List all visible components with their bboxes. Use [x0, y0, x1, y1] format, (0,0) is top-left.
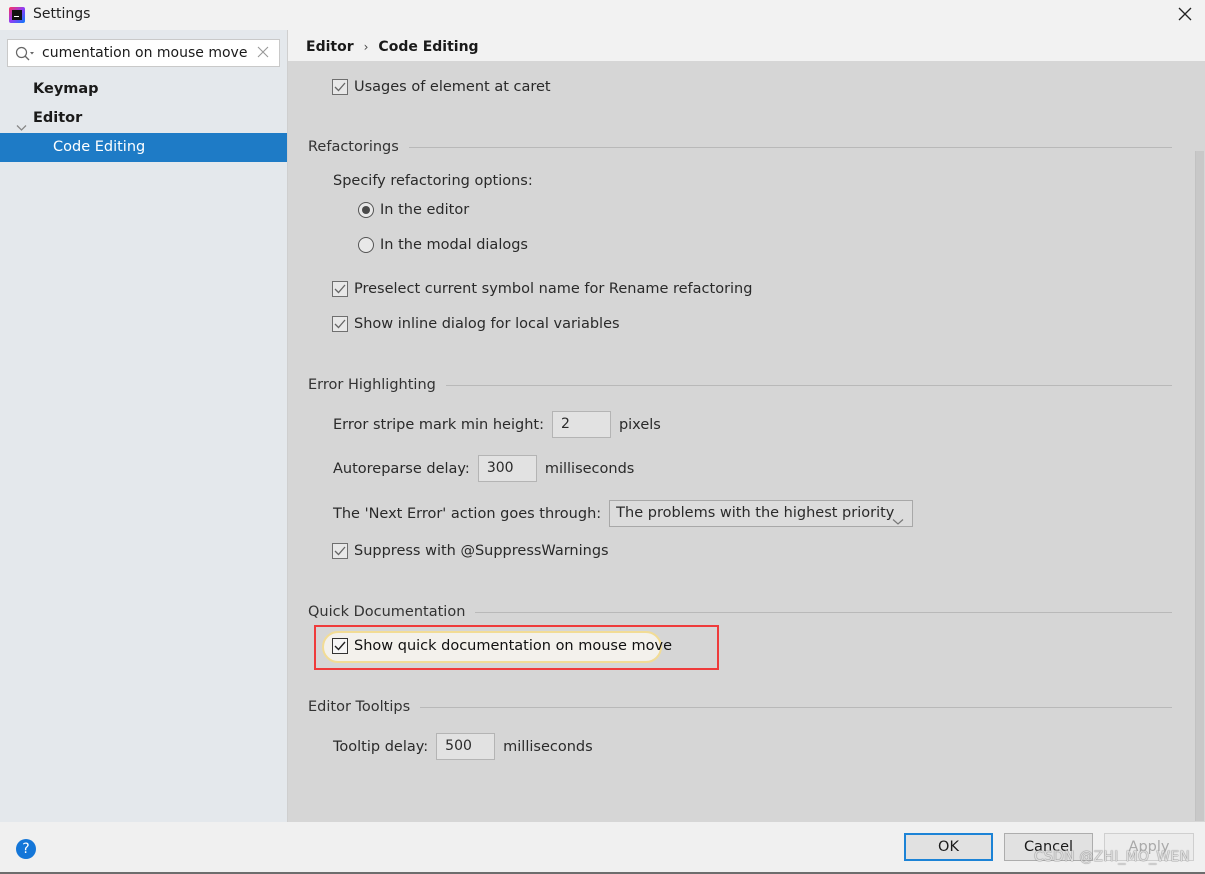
- help-icon[interactable]: ?: [16, 839, 36, 859]
- checkbox-label: Preselect current symbol name for Rename…: [354, 281, 753, 297]
- error-stripe-row: Error stripe mark min height: 2 pixels: [333, 411, 661, 438]
- tooltip-delay-label: Tooltip delay:: [333, 738, 429, 755]
- ok-button[interactable]: OK: [904, 833, 993, 861]
- clear-icon[interactable]: [257, 46, 269, 62]
- checkbox-label: Suppress with @SuppressWarnings: [354, 543, 609, 559]
- intellij-idea-icon: [9, 7, 25, 23]
- usages-of-element-checkbox-row[interactable]: Usages of element at caret: [332, 79, 551, 95]
- radio-in-modal-dialogs[interactable]: [358, 237, 374, 253]
- next-error-dropdown[interactable]: The problems with the highest priority: [609, 500, 914, 527]
- checkbox-label: Show inline dialog for local variables: [354, 316, 620, 332]
- sidebar-item-keymap[interactable]: Keymap: [0, 75, 287, 104]
- dropdown-value: The problems with the highest priority: [616, 505, 895, 521]
- section-divider: [445, 384, 1172, 386]
- breadcrumb: Editor › Code Editing: [306, 39, 479, 55]
- tooltip-delay-row: Tooltip delay: 500 milliseconds: [333, 733, 593, 760]
- checkmark-icon: [334, 319, 346, 329]
- window-title: Settings: [33, 6, 91, 22]
- section-divider: [408, 146, 1172, 148]
- radio-selected-dot: [362, 206, 370, 214]
- section-divider: [475, 611, 1172, 613]
- close-icon: [1178, 7, 1192, 21]
- autoreparse-label: Autoreparse delay:: [333, 460, 470, 477]
- settings-search-input[interactable]: cumentation on mouse move: [7, 39, 280, 67]
- dialog-footer: ? OK Cancel Apply CSDN @ZHI_MO_WEN: [0, 822, 1205, 874]
- vertical-scrollbar[interactable]: [1195, 151, 1204, 821]
- radio-label: In the modal dialogs: [380, 237, 528, 253]
- sidebar-item-editor[interactable]: Editor: [0, 104, 287, 133]
- sidebar-item-code-editing[interactable]: Code Editing: [0, 133, 287, 162]
- section-refactorings: Refactorings: [308, 137, 1172, 157]
- radio-in-the-editor[interactable]: [358, 202, 374, 218]
- sidebar-item-label: Code Editing: [53, 139, 146, 155]
- breadcrumb-editor: Editor: [306, 39, 354, 55]
- error-stripe-label: Error stripe mark min height:: [333, 416, 544, 433]
- checkmark-icon: [334, 284, 346, 294]
- title-bar: Settings: [0, 0, 1205, 30]
- error-stripe-unit: pixels: [618, 416, 661, 433]
- autoreparse-row: Autoreparse delay: 300 milliseconds: [333, 455, 634, 482]
- specify-refactoring-label: Specify refactoring options:: [333, 173, 533, 189]
- section-title: Quick Documentation: [308, 604, 466, 620]
- autoreparse-delay-input[interactable]: 300: [477, 455, 537, 482]
- quick-doc-mouse-move-checkbox[interactable]: [332, 638, 348, 654]
- section-title: Error Highlighting: [308, 377, 436, 393]
- inline-dialog-checkbox[interactable]: [332, 316, 348, 332]
- section-quick-documentation: Quick Documentation: [308, 602, 1172, 622]
- inline-dialog-checkbox-row[interactable]: Show inline dialog for local variables: [332, 316, 620, 332]
- chevron-down-icon: [892, 510, 904, 535]
- radio-label: In the editor: [380, 202, 470, 218]
- breadcrumb-code-editing: Code Editing: [378, 39, 479, 55]
- sidebar-item-label: Editor: [33, 110, 83, 126]
- close-button[interactable]: [1170, 0, 1200, 28]
- sidebar-item-label: Keymap: [33, 81, 99, 97]
- section-error-highlighting: Error Highlighting: [308, 375, 1172, 395]
- search-input-value[interactable]: cumentation on mouse move: [42, 45, 252, 61]
- preselect-symbol-checkbox[interactable]: [332, 281, 348, 297]
- suppress-warnings-checkbox[interactable]: [332, 543, 348, 559]
- tooltip-delay-input[interactable]: 500: [436, 733, 496, 760]
- next-error-row: The 'Next Error' action goes through: Th…: [333, 500, 914, 527]
- checkmark-icon: [334, 82, 346, 92]
- checkmark-icon: [334, 641, 346, 651]
- apply-button[interactable]: Apply: [1104, 833, 1194, 861]
- search-icon[interactable]: [15, 46, 37, 66]
- section-title: Refactorings: [308, 139, 399, 155]
- label-text: Specify refactoring options:: [333, 173, 533, 189]
- preselect-symbol-checkbox-row[interactable]: Preselect current symbol name for Rename…: [332, 281, 752, 297]
- section-editor-tooltips: Editor Tooltips: [308, 697, 1172, 717]
- quick-doc-mouse-move-checkbox-row[interactable]: Show quick documentation on mouse move: [332, 638, 672, 654]
- cancel-button[interactable]: Cancel: [1004, 833, 1093, 861]
- checkmark-icon: [334, 546, 346, 556]
- breadcrumb-separator: ›: [363, 40, 369, 54]
- radio-in-modal-dialogs-row[interactable]: In the modal dialogs: [358, 237, 528, 253]
- usages-of-element-checkbox[interactable]: [332, 79, 348, 95]
- tooltip-delay-unit: milliseconds: [503, 738, 593, 755]
- section-divider: [420, 706, 1172, 708]
- breadcrumb-bar: Editor › Code Editing: [288, 30, 1205, 61]
- section-title: Editor Tooltips: [308, 699, 411, 715]
- radio-in-the-editor-row[interactable]: In the editor: [358, 202, 469, 218]
- settings-sidebar: cumentation on mouse move Keymap Editor …: [0, 30, 287, 822]
- next-error-label: The 'Next Error' action goes through:: [333, 505, 602, 522]
- autoreparse-unit: milliseconds: [544, 460, 635, 477]
- error-stripe-height-input[interactable]: 2: [551, 411, 611, 438]
- checkbox-label: Show quick documentation on mouse move: [354, 638, 673, 654]
- suppress-warnings-checkbox-row[interactable]: Suppress with @SuppressWarnings: [332, 543, 609, 559]
- settings-content: Usages of element at caret Refactorings …: [288, 61, 1205, 822]
- checkbox-label: Usages of element at caret: [354, 79, 551, 95]
